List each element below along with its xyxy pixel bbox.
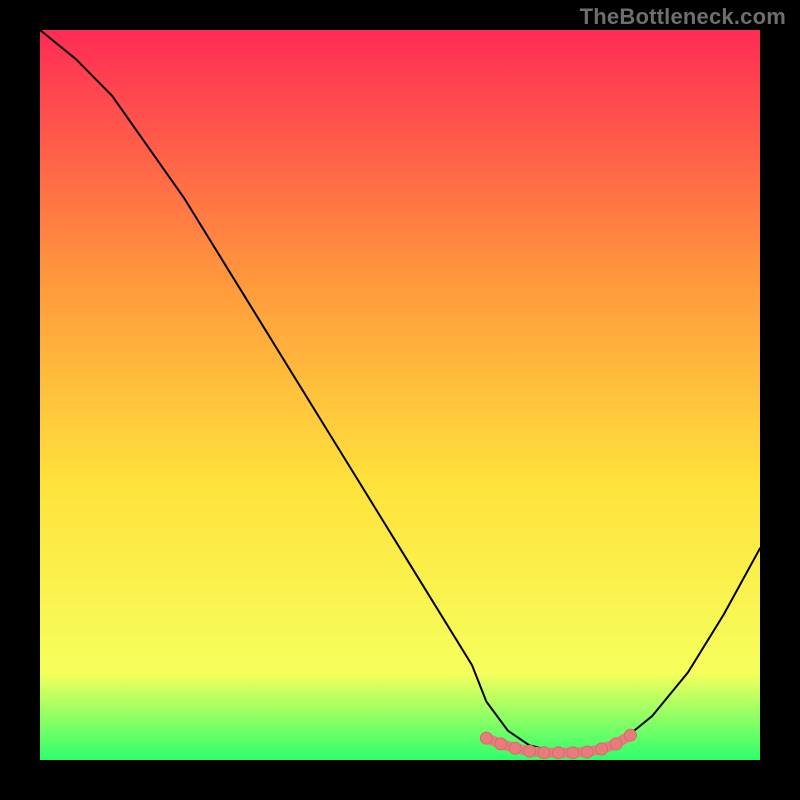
plot-area [40,30,760,760]
flat-region-marker [610,738,622,750]
flat-region-marker [480,732,492,744]
flat-region-marker [524,745,536,757]
flat-region-marker [495,738,507,750]
flat-region-marker [581,746,593,758]
watermark-text: TheBottleneck.com [580,4,786,30]
bottleneck-plot [40,30,760,760]
flat-region-marker [538,747,550,759]
flat-region-marker [596,743,608,755]
flat-region-marker [552,747,564,759]
chart-frame: TheBottleneck.com [0,0,800,800]
gradient-background [40,30,760,760]
flat-region-marker [509,742,521,754]
flat-region-marker [624,729,636,741]
flat-region-marker [567,747,579,759]
